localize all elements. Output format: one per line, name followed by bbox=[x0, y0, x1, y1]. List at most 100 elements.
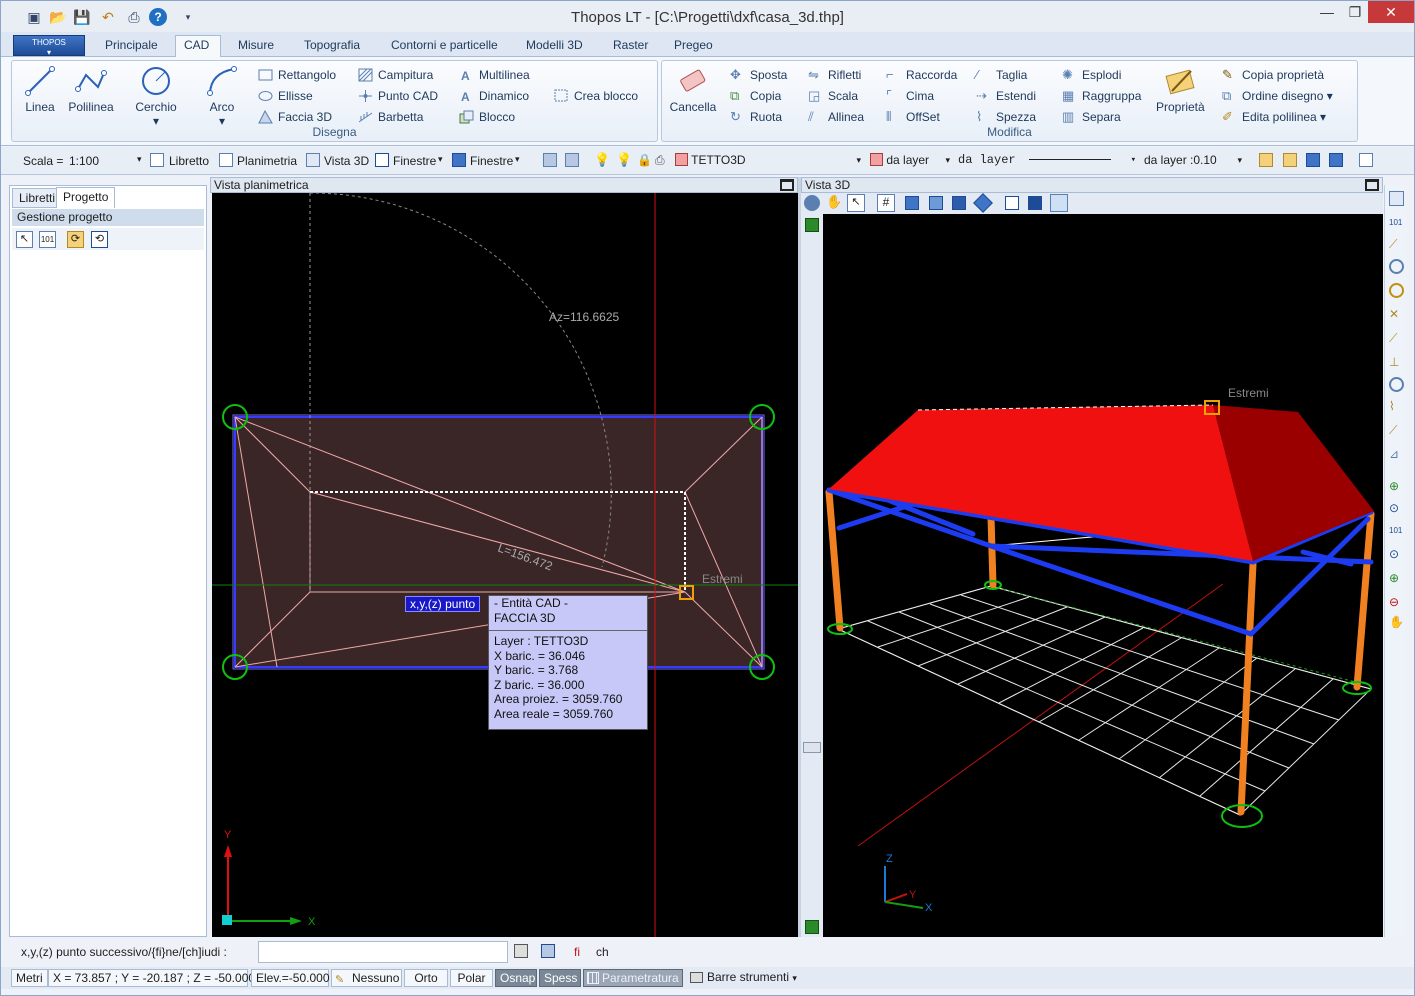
elevation-display[interactable]: Elev.=-50.000 bbox=[251, 969, 330, 987]
cerchio-button[interactable]: Cerchio ▾ bbox=[132, 65, 180, 128]
dinamico-button[interactable]: A Dinamico bbox=[457, 87, 529, 105]
zoom-slider-handle[interactable] bbox=[803, 742, 821, 753]
snap-tangent-icon[interactable] bbox=[1389, 377, 1404, 392]
select-3d-icon[interactable]: ↖ bbox=[847, 194, 865, 212]
orbit-icon[interactable] bbox=[804, 195, 820, 211]
layer-select[interactable]: TETTO3D ▾ bbox=[672, 151, 864, 171]
snap-endpoint-icon[interactable]: ⟋ bbox=[1389, 237, 1404, 252]
refresh-tool-icon[interactable]: ⟳ bbox=[67, 231, 84, 248]
select-tool-icon[interactable]: ↖ bbox=[16, 231, 33, 248]
calculator-icon[interactable] bbox=[514, 944, 528, 958]
tab-cad[interactable]: CAD bbox=[175, 35, 221, 58]
pan-hand-icon[interactable]: ✋ bbox=[1389, 615, 1404, 630]
snap-select-icon[interactable] bbox=[1389, 191, 1404, 206]
scala-button[interactable]: ◲ Scala bbox=[806, 87, 858, 105]
allinea-button[interactable]: ⫽ Allinea bbox=[806, 108, 864, 126]
linetype-select[interactable]: da layer ▾ bbox=[955, 151, 1139, 171]
punto-cad-button[interactable]: Punto CAD bbox=[356, 87, 438, 105]
render-icon[interactable] bbox=[1050, 194, 1068, 212]
view-front-icon[interactable] bbox=[905, 196, 919, 210]
polilinea-button[interactable]: Polilinea bbox=[67, 65, 115, 114]
layer-print-icon[interactable]: ⎙ bbox=[655, 153, 669, 167]
barbetta-button[interactable]: Barbetta bbox=[356, 108, 423, 126]
ordine-disegno-button[interactable]: ⧉ Ordine disegno ▾ bbox=[1220, 87, 1333, 105]
sposta-button[interactable]: ✥ Sposta bbox=[728, 66, 787, 84]
snap-nearest-icon[interactable]: ⌇ bbox=[1389, 399, 1404, 414]
cancella-button[interactable]: Cancella bbox=[669, 65, 717, 114]
libretto-button[interactable]: Libretto bbox=[169, 154, 209, 168]
zoom-extents-icon[interactable]: ⊕ bbox=[1389, 479, 1404, 494]
grid-toggle-icon[interactable] bbox=[805, 218, 819, 232]
color-select[interactable]: da layer ▾ bbox=[867, 151, 953, 171]
copia-button[interactable]: ⧉ Copia bbox=[728, 87, 781, 105]
report-icon[interactable] bbox=[1359, 153, 1373, 167]
snap-quadrant-icon[interactable] bbox=[1389, 283, 1404, 298]
snap-extension-icon[interactable]: ⊿ bbox=[1389, 447, 1404, 462]
cima-button[interactable]: ⌜ Cima bbox=[884, 87, 934, 105]
finestre-2-dropdown-icon[interactable]: ▾ bbox=[515, 154, 520, 165]
dimension-edit-icon[interactable] bbox=[1329, 153, 1343, 167]
tab-misure[interactable]: Misure bbox=[230, 36, 282, 57]
finestre-button-1[interactable]: Finestre bbox=[393, 154, 436, 168]
rifletti-button[interactable]: ⇋ Rifletti bbox=[806, 66, 861, 84]
roof-main-face[interactable] bbox=[829, 405, 1253, 561]
dimension-aligned-icon[interactable] bbox=[1283, 153, 1297, 167]
layer-states-icon[interactable] bbox=[565, 153, 579, 167]
osnap-toggle[interactable]: Osnap bbox=[495, 969, 537, 987]
zoom-out-icon[interactable]: ⊖ bbox=[1389, 595, 1404, 610]
separa-button[interactable]: ▥ Separa bbox=[1060, 108, 1121, 126]
lineweight-select[interactable]: da layer :0.10 ▾ bbox=[1141, 151, 1245, 171]
taglia-button[interactable]: ⁄ Taglia bbox=[974, 66, 1027, 84]
tab-progetto[interactable]: Progetto bbox=[56, 187, 116, 208]
snap-midpoint-icon[interactable]: ⟋ bbox=[1389, 331, 1404, 346]
toolbars-menu[interactable]: Barre strumenti ▾ bbox=[687, 969, 801, 987]
scale-select[interactable]: 1:100 bbox=[69, 154, 99, 168]
dimension-icon[interactable] bbox=[1259, 153, 1273, 167]
tab-modelli-3d[interactable]: Modelli 3D bbox=[518, 36, 591, 57]
polar-toggle[interactable]: Polar bbox=[450, 969, 493, 987]
raggruppa-button[interactable]: ▦ Raggruppa bbox=[1060, 87, 1141, 105]
view-3d-canvas[interactable]: Estremi Z Y X bbox=[823, 214, 1383, 937]
planimetria-button[interactable]: Planimetria bbox=[237, 154, 297, 168]
zoom-previous-icon[interactable]: ⊕ bbox=[1389, 571, 1404, 586]
view-back-icon[interactable] bbox=[952, 196, 966, 210]
grid-icon[interactable]: # bbox=[877, 194, 895, 212]
zoom-number-icon[interactable]: 101 bbox=[1389, 523, 1404, 538]
close-button[interactable]: ✕ bbox=[1368, 1, 1414, 23]
crea-blocco-button[interactable]: Crea blocco bbox=[552, 87, 638, 105]
number-tool-icon[interactable]: 101 bbox=[39, 231, 56, 248]
estendi-button[interactable]: ⇢ Estendi bbox=[974, 87, 1036, 105]
snap-perpendicular-icon[interactable]: ⊥ bbox=[1389, 355, 1404, 370]
campitura-button[interactable]: Campitura bbox=[356, 66, 433, 84]
raccorda-button[interactable]: ⌐ Raccorda bbox=[884, 66, 957, 84]
vista3d-button[interactable]: Vista 3D bbox=[324, 154, 369, 168]
snap-mode-button[interactable]: ✎ Nessuno bbox=[331, 969, 402, 987]
maximize-3d-icon[interactable] bbox=[1365, 179, 1379, 191]
maximize-icon[interactable] bbox=[780, 179, 794, 191]
tab-topografia[interactable]: Topografia bbox=[296, 36, 368, 57]
tab-pregeo[interactable]: Pregeo bbox=[666, 36, 721, 57]
history-icon[interactable] bbox=[541, 944, 555, 958]
faccia-3d-button[interactable]: Faccia 3D bbox=[256, 108, 332, 126]
snap-intersection-icon[interactable]: ✕ bbox=[1389, 307, 1404, 322]
option-ch[interactable]: ch bbox=[596, 945, 609, 959]
offset-button[interactable]: ⫴ OffSet bbox=[884, 108, 940, 126]
dimension-style-icon[interactable] bbox=[1306, 153, 1320, 167]
spezza-button[interactable]: ⌇ Spezza bbox=[974, 108, 1036, 126]
copia-proprieta-button[interactable]: ✎ Copia proprietà bbox=[1220, 66, 1324, 84]
multilinea-button[interactable]: A Multilinea bbox=[457, 66, 530, 84]
blocco-button[interactable]: Blocco bbox=[457, 108, 515, 126]
finestre-button-2[interactable]: Finestre bbox=[470, 154, 513, 168]
arco-button[interactable]: Arco ▾ bbox=[198, 65, 246, 128]
units-indicator[interactable]: Metri bbox=[11, 969, 48, 987]
wireframe-icon[interactable] bbox=[1005, 196, 1019, 210]
tab-raster[interactable]: Raster bbox=[605, 36, 656, 57]
layer-on-icon[interactable]: 💡 bbox=[594, 153, 610, 167]
snap-parallel-icon[interactable]: ⟋ bbox=[1389, 423, 1404, 438]
spess-toggle[interactable]: Spess bbox=[539, 969, 581, 987]
view-side-icon[interactable] bbox=[929, 196, 943, 210]
shaded-icon[interactable] bbox=[1028, 196, 1042, 210]
restore-button[interactable]: ❐ bbox=[1341, 1, 1369, 23]
zoom-in-icon[interactable]: ⊙ bbox=[1389, 547, 1404, 562]
ruota-button[interactable]: ↻ Ruota bbox=[728, 108, 782, 126]
